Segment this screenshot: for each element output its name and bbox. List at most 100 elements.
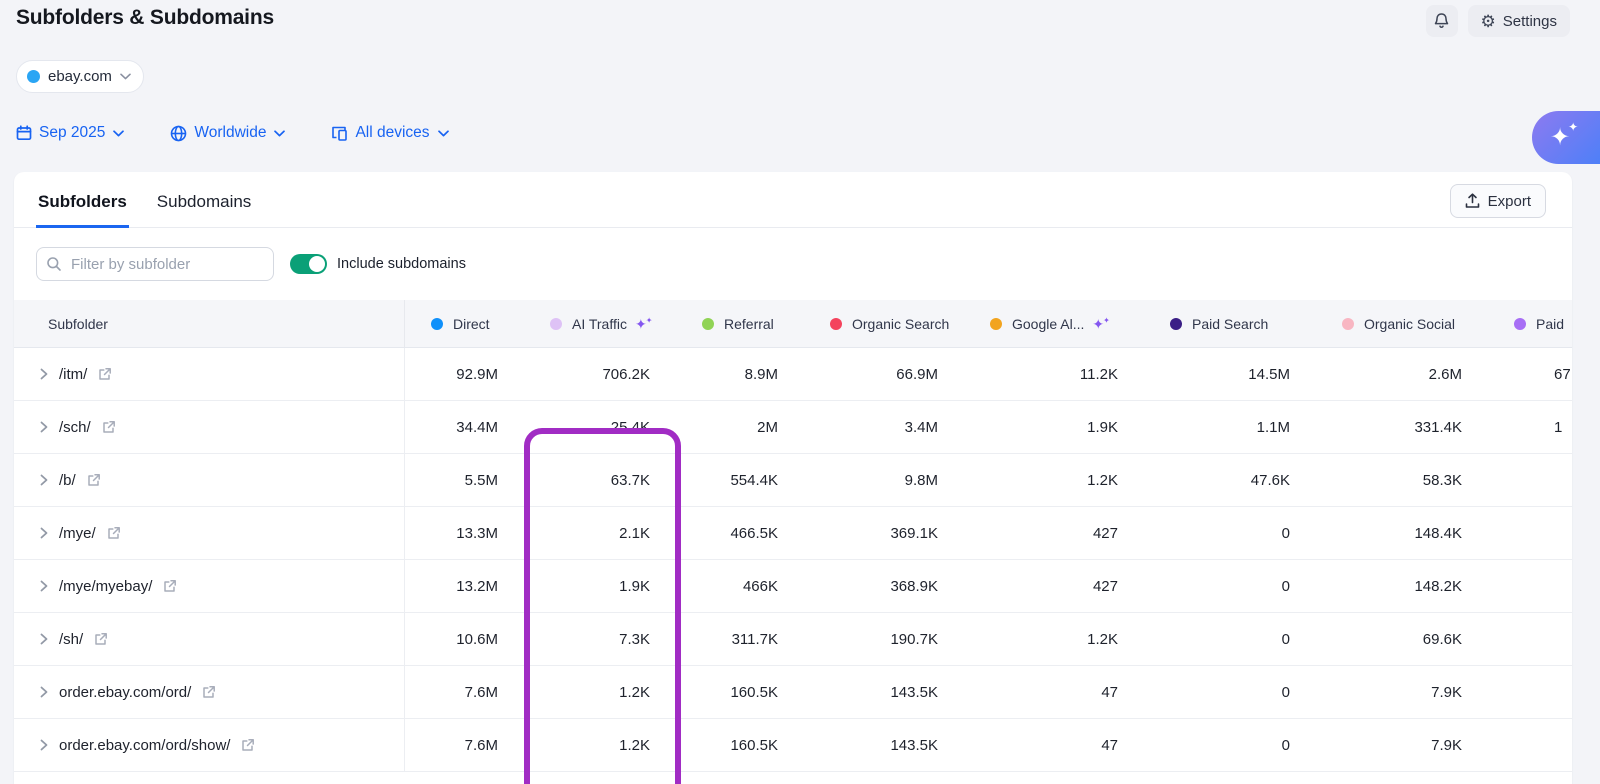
metric-cell-google-al: 47 (1101, 683, 1118, 701)
column-header-subfolder[interactable]: Subfolder (14, 300, 405, 347)
domain-label: ebay.com (48, 68, 112, 85)
metric-cell-organic-social: 331.4K (1414, 418, 1462, 436)
devices-icon (331, 125, 348, 142)
ai-traffic-dot-icon (550, 317, 562, 330)
toggle-knob (309, 256, 325, 272)
table-row: /mye/myebay/13.2M 1.9K 466K 368.9K 427 0 148.2… (14, 560, 1572, 613)
table-row: order.ebay.com/ord/show/7.6M 1.2K 160.5K 14… (14, 719, 1572, 772)
tab-subdomains[interactable]: Subdomains (155, 177, 254, 227)
metrics-header: Direct AI Traffic ✦✦ Referral Organic Search… (405, 300, 1572, 347)
column-header-organic-search[interactable]: Organic Search (804, 300, 964, 347)
subfolder-header-label: Subfolder (48, 315, 108, 332)
metric-cell-direct: 7.6M (464, 683, 498, 701)
metric-cell-referral: 466K (742, 577, 778, 595)
domain-dot-icon (27, 70, 40, 83)
column-header-organic-social[interactable]: Organic Social (1316, 300, 1488, 347)
column-header-paid[interactable]: Paid (1488, 300, 1572, 347)
expand-chevron-icon[interactable] (40, 686, 48, 698)
metric-cell-referral: 311.7K (731, 630, 778, 648)
tab-subfolders[interactable]: Subfolders (36, 177, 129, 228)
location-filter[interactable]: Worldwide (170, 124, 286, 142)
expand-chevron-icon[interactable] (40, 633, 48, 645)
subfolder-path: /mye/ (59, 524, 96, 542)
export-icon (1465, 193, 1480, 209)
external-link-icon[interactable] (163, 579, 177, 593)
traffic-table: Subfolder Direct AI Traffic ✦✦ Referral Orga… (14, 300, 1572, 784)
table-row: /mye/13.3M 2.1K 466.5K 369.1K 427 0 148.4K (14, 507, 1572, 560)
external-link-icon[interactable] (94, 632, 108, 646)
expand-chevron-icon[interactable] (40, 527, 48, 539)
column-header-google-al[interactable]: Google Al... ✦✦ (964, 300, 1144, 347)
devices-filter-label: All devices (355, 124, 430, 141)
column-label: Referral (724, 315, 774, 332)
page-title: Subfolders & Subdomains (16, 6, 274, 29)
chevron-down-icon (120, 73, 131, 80)
column-label: Paid (1536, 315, 1565, 332)
export-button[interactable]: Export (1449, 184, 1546, 218)
metric-cell-direct: 5.5M (464, 471, 498, 489)
column-header-ai-traffic[interactable]: AI Traffic ✦✦ (524, 300, 676, 347)
metric-cell-organic-search: 143.5K (890, 683, 938, 701)
column-header-direct[interactable]: Direct (405, 300, 524, 347)
metric-cell-organic-search: 190.7K (890, 630, 938, 648)
metric-cell-ai-traffic: 25.4K (610, 418, 650, 436)
devices-filter[interactable]: All devices (331, 124, 449, 142)
metric-cell-ai-traffic: 1.9K (619, 577, 650, 595)
metric-cell-google-al: 427 (1092, 577, 1118, 595)
date-filter[interactable]: Sep 2025 (16, 124, 125, 142)
organic-social-dot-icon (1342, 317, 1354, 330)
metric-cell-paid-search: 0 (1281, 683, 1290, 701)
metric-cell-paid-search: 0 (1281, 630, 1290, 648)
column-label: AI Traffic (572, 315, 627, 332)
expand-chevron-icon[interactable] (40, 580, 48, 592)
metric-cell-paid-search: 14.5M (1248, 365, 1290, 383)
include-subdomains-toggle[interactable] (290, 254, 327, 274)
external-link-icon[interactable] (202, 685, 216, 699)
expand-chevron-icon[interactable] (40, 421, 48, 433)
table-toolbar: Include subdomains (14, 228, 1572, 300)
metric-cell-ai-traffic: 1.2K (619, 683, 650, 701)
table-row: order.ebay.com/ord/7.6M 1.2K 160.5K 143.5K 4… (14, 666, 1572, 719)
external-link-icon[interactable] (241, 738, 255, 752)
chevron-down-icon (274, 129, 286, 137)
metric-cell-google-al: 1.2K (1087, 630, 1118, 648)
metric-cell-direct: 7.6M (464, 736, 498, 754)
external-link-icon[interactable] (98, 367, 112, 381)
external-link-icon[interactable] (87, 473, 101, 487)
external-link-icon[interactable] (102, 420, 116, 434)
expand-chevron-icon[interactable] (40, 474, 48, 486)
settings-label: Settings (1502, 12, 1557, 30)
sparkle-icon: ✦✦ (634, 315, 653, 332)
calendar-icon (16, 125, 32, 141)
notifications-button[interactable] (1425, 5, 1458, 37)
metric-cell-direct: 34.4M (456, 418, 498, 436)
subfolder-cell: /sch/ (14, 401, 405, 453)
metric-cell-referral: 160.5K (730, 736, 778, 754)
chevron-down-icon (113, 129, 125, 137)
domain-selector[interactable]: ebay.com (16, 60, 144, 93)
globe-icon (170, 125, 187, 142)
column-header-referral[interactable]: Referral (676, 300, 804, 347)
metric-cell-direct: 13.3M (456, 524, 498, 542)
metric-cell-google-al: 1.2K (1087, 471, 1118, 489)
expand-chevron-icon[interactable] (40, 739, 48, 751)
metric-cell-paid-search: 0 (1281, 524, 1290, 542)
settings-button[interactable]: ⚙ Settings (1467, 5, 1570, 37)
bell-icon (1433, 12, 1450, 30)
subfolder-cell: order.ebay.com/ord/show/ (14, 719, 405, 771)
search-icon (46, 256, 62, 272)
metric-cell-paid-search: 0 (1281, 577, 1290, 595)
expand-chevron-icon[interactable] (40, 368, 48, 380)
column-header-paid-search[interactable]: Paid Search (1144, 300, 1316, 347)
subfolder-filter-input[interactable] (36, 247, 274, 281)
tabs: Subfolders Subdomains Export (14, 172, 1572, 228)
external-link-icon[interactable] (107, 526, 121, 540)
ai-assistant-button[interactable]: ✦ ✦ (1532, 111, 1600, 164)
sparkle-icon: ✦✦ (1092, 315, 1110, 332)
table-row: /itm/92.9M 706.2K 8.9M 66.9M 11.2K 14.5M 2.6M 6… (14, 348, 1572, 401)
metric-cell-organic-search: 9.8M (904, 471, 938, 489)
metric-cell-ai-traffic: 706.2K (602, 365, 650, 383)
table-row: /sh/10.6M 7.3K 311.7K 190.7K 1.2K 0 69.6K (14, 613, 1572, 666)
date-filter-label: Sep 2025 (39, 124, 106, 141)
export-label: Export (1487, 192, 1531, 210)
